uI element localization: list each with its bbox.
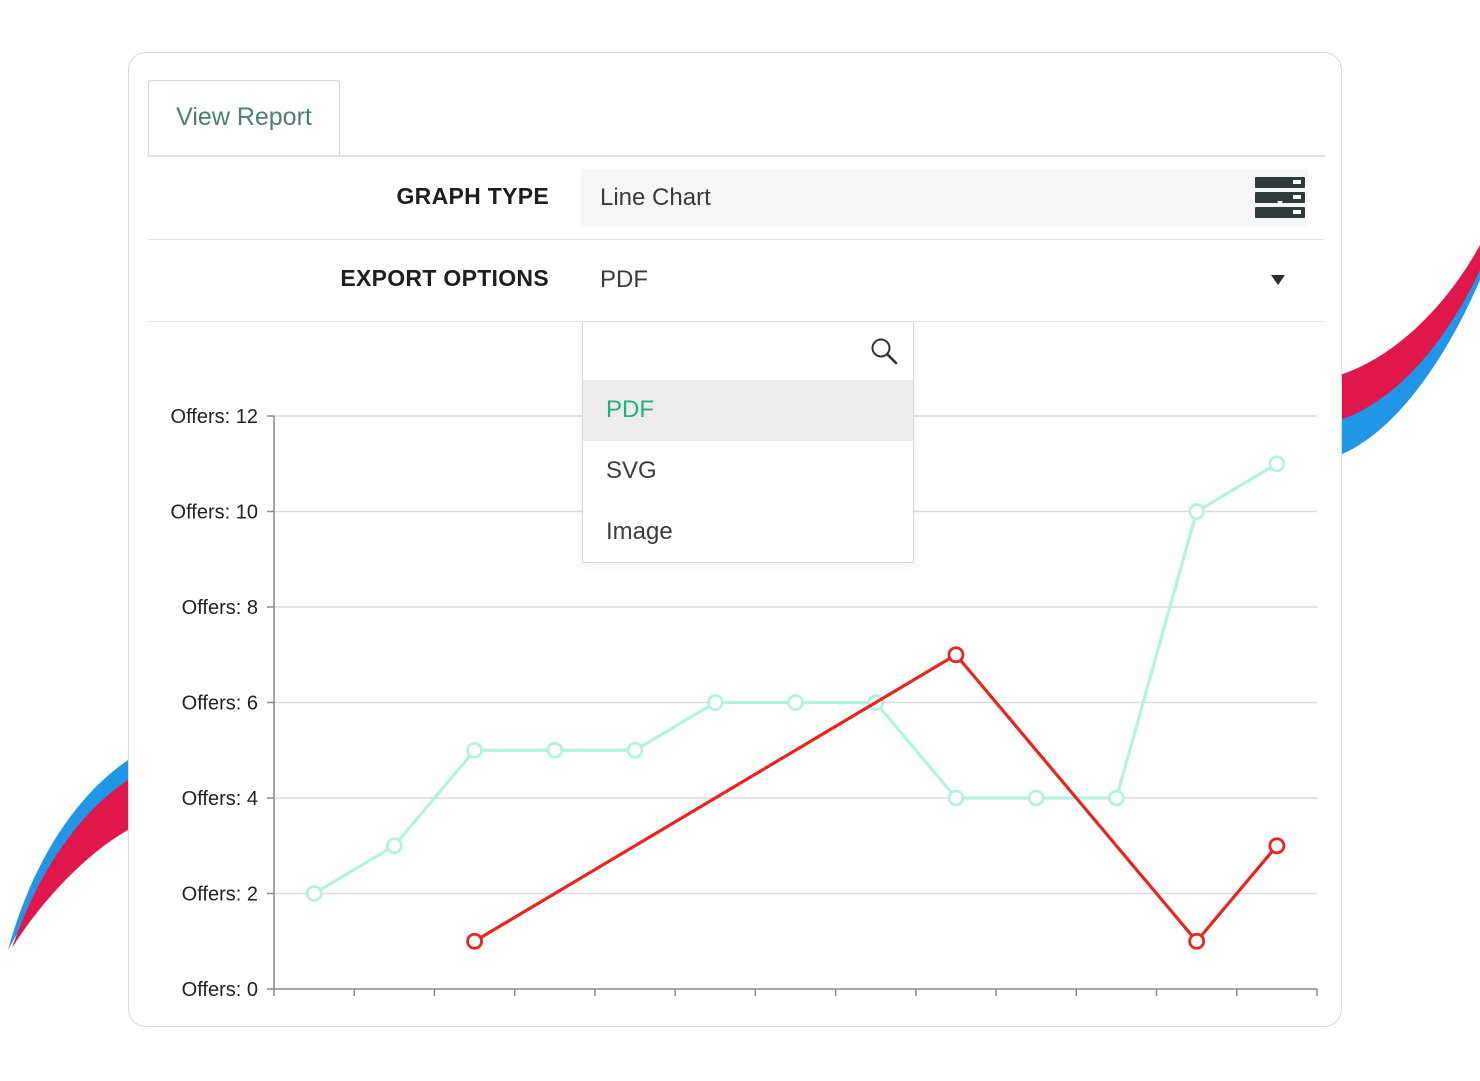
y-tick-label: Offers: 0 [182,979,258,1001]
data-point [1188,503,1206,520]
data-point [947,789,965,807]
data-point [305,885,323,902]
data-point [385,837,403,855]
option-label: PDF [606,396,654,423]
y-tick-label: Offers: 6 [182,693,258,715]
option-label: SVG [606,457,657,484]
decorative-ribbon-right [1340,245,1480,455]
search-icon[interactable] [869,336,899,366]
y-tick-label: Offers: 2 [182,884,258,906]
y-tick-label: Offers: 8 [182,597,258,619]
data-point [1268,837,1286,855]
decorative-ribbon-left [8,760,128,950]
dropdown-search[interactable] [583,322,913,380]
data-point [1027,789,1045,807]
option-label: Image [606,518,673,545]
data-point [626,741,644,759]
y-tick-label: Offers: 10 [171,502,258,524]
data-point [466,932,483,950]
data-point [1108,789,1125,807]
report-card: View Report GRAPH TYPE Line Chart EXPORT… [128,52,1342,1027]
data-point [787,694,804,711]
y-tick-label: Offers: 12 [171,406,258,428]
export-options-dropdown: PDF SVG Image [582,321,914,563]
export-option-pdf[interactable]: PDF [583,380,913,441]
data-point [947,646,965,664]
data-point [466,741,483,759]
export-option-image[interactable]: Image [583,502,913,563]
data-point [546,741,564,759]
export-option-svg[interactable]: SVG [583,441,913,502]
y-tick-label: Offers: 4 [182,788,258,810]
data-point [1188,932,1206,950]
data-point [1268,455,1286,473]
data-point [706,694,724,711]
